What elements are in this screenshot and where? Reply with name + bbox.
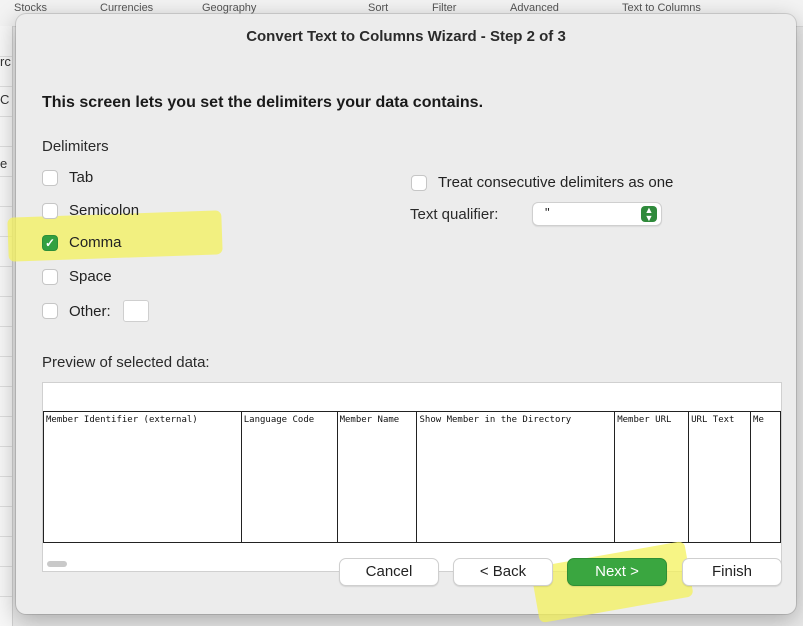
preview-label: Preview of selected data: (42, 354, 210, 371)
checkbox-box[interactable] (42, 169, 58, 186)
preview-scrollbar[interactable] (47, 561, 67, 567)
dialog-heading: This screen lets you set the delimiters … (42, 94, 484, 111)
text-qualifier-label: Text qualifier: (410, 206, 499, 223)
ribbon-item-currencies[interactable]: Currencies (100, 2, 153, 14)
consecutive-delimiters-checkbox[interactable]: Treat consecutive delimiters as one (411, 174, 673, 191)
delimiter-other-label: Other: (69, 302, 111, 320)
checkbox-box[interactable] (411, 174, 427, 191)
delimiter-other-checkbox[interactable]: Other: (42, 300, 149, 322)
ribbon-item-advanced[interactable]: Advanced (510, 2, 559, 14)
preview-column-5[interactable]: Member URL (614, 411, 690, 543)
delimiters-label: Delimiters (42, 138, 109, 155)
delimiter-semicolon-checkbox[interactable]: Semicolon (42, 202, 139, 219)
preview-column-2[interactable]: Language Code (240, 411, 338, 543)
checkbox-box[interactable] (42, 202, 58, 219)
preview-column-4[interactable]: Show Member in the Directory (416, 411, 616, 543)
preview-column-7[interactable]: Me (750, 411, 781, 543)
sheet-edge-text-2: C (0, 92, 10, 107)
checkbox-box[interactable] (42, 268, 58, 285)
ribbon-item-text-to-columns[interactable]: Text to Columns (622, 2, 701, 14)
delimiter-comma-label: Comma (69, 234, 122, 251)
ribbon-item-filter[interactable]: Filter (432, 2, 456, 14)
consecutive-delimiters-label: Treat consecutive delimiters as one (438, 174, 674, 191)
delimiter-comma-checkbox[interactable]: ✓ Comma (42, 234, 122, 251)
ribbon-item-stocks[interactable]: Stocks (14, 2, 47, 14)
checkmark-icon[interactable]: ✓ (42, 234, 58, 251)
dialog-title: Convert Text to Columns Wizard - Step 2 … (246, 28, 566, 45)
checkbox-box[interactable] (42, 303, 58, 319)
text-qualifier-select[interactable]: " ▲ ▼ (532, 202, 662, 226)
preview-column-3[interactable]: Member Name (336, 411, 418, 543)
ribbon-item-sort[interactable]: Sort (368, 2, 388, 14)
sheet-row-headers: rc C e (0, 26, 13, 626)
delimiter-tab-label: Tab (69, 169, 94, 186)
back-button[interactable]: < Back (453, 558, 553, 586)
cancel-button[interactable]: Cancel (339, 558, 439, 586)
preview-column-1[interactable]: Member Identifier (external) (43, 411, 242, 543)
chevron-up-down-icon: ▲ ▼ (641, 206, 657, 223)
ribbon-item-geography[interactable]: Geography (202, 2, 256, 14)
delimiter-space-checkbox[interactable]: Space (42, 268, 112, 285)
other-delimiter-input[interactable] (122, 300, 149, 322)
sheet-edge-text-3: e (0, 156, 8, 171)
sheet-edge-text-1: rc (0, 54, 11, 69)
delimiter-space-label: Space (69, 268, 112, 285)
delimiter-semicolon-label: Semicolon (69, 202, 140, 219)
text-qualifier-value: " (545, 205, 550, 220)
preview-column-6[interactable]: URL Text (688, 411, 752, 543)
delimiter-tab-checkbox[interactable]: Tab (42, 169, 93, 186)
finish-button[interactable]: Finish (682, 558, 782, 586)
text-to-columns-dialog: Convert Text to Columns Wizard - Step 2 … (7, 14, 796, 624)
preview-table: Member Identifier (external) Language Co… (43, 411, 781, 543)
next-button[interactable]: Next > (567, 558, 667, 586)
